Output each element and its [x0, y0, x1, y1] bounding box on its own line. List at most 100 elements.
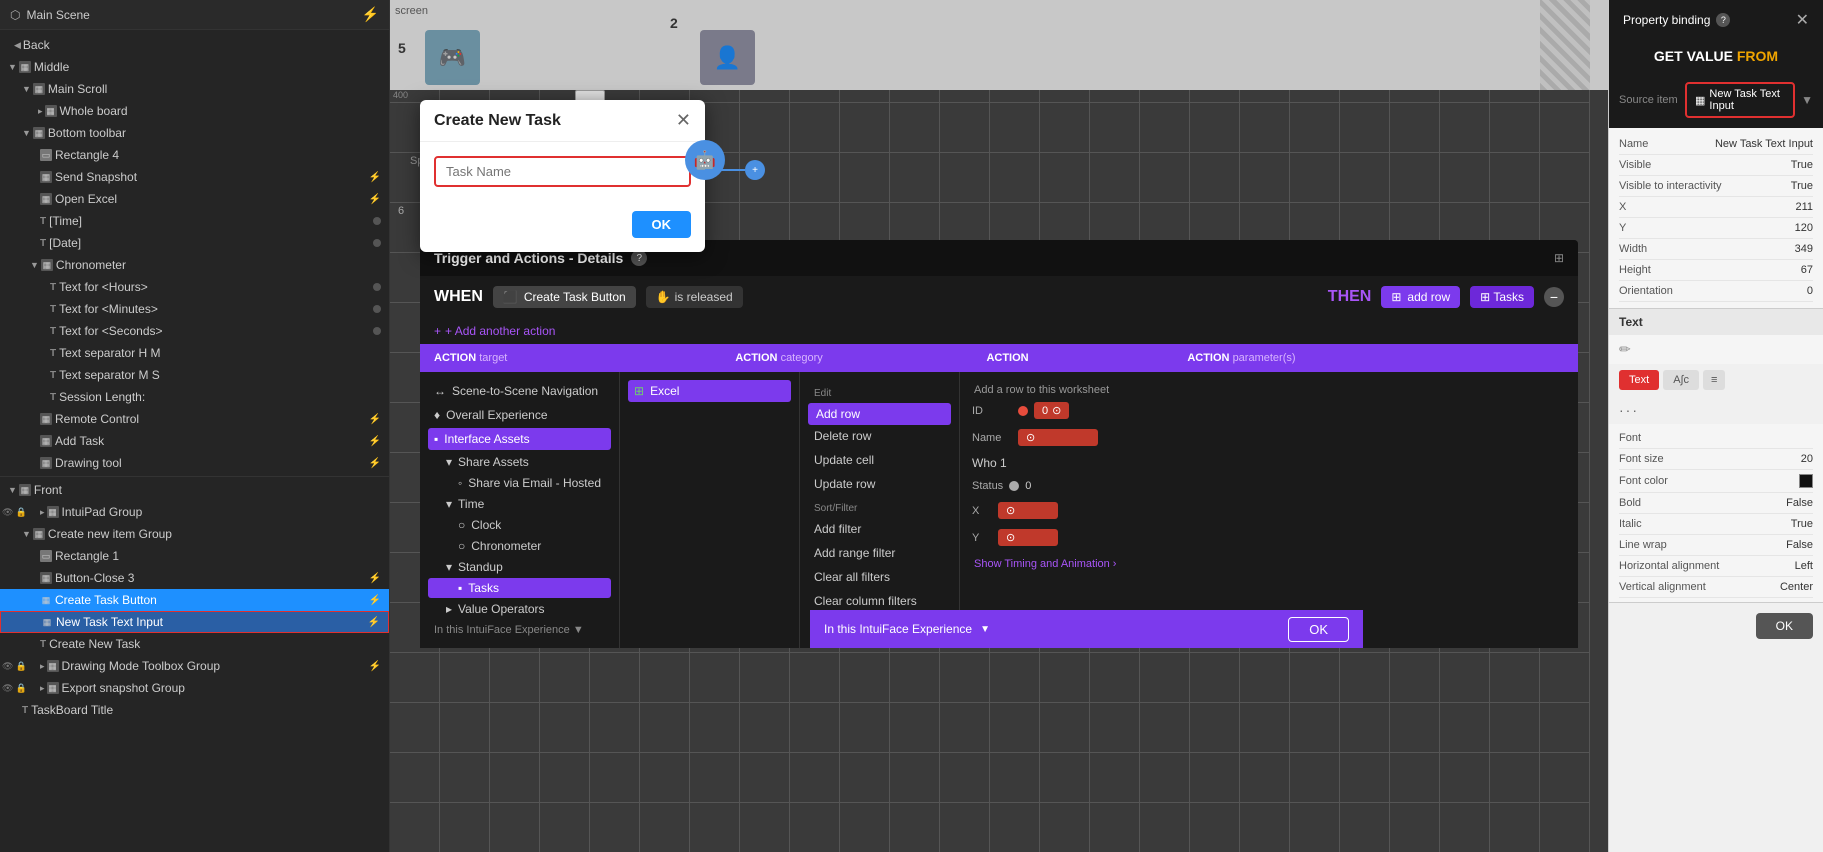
more-icon[interactable]: ··· — [1619, 402, 1639, 418]
tree-item-create-task-button[interactable]: ▦ Create Task Button ⚡ — [0, 589, 389, 611]
tree-item-chronometer[interactable]: ▼ ▦ Chronometer — [0, 254, 389, 276]
add-another-action[interactable]: + + Add another action — [420, 318, 1578, 344]
delete-row-action[interactable]: Delete row — [808, 425, 951, 447]
drawingmode-label: Drawing Mode Toolbox Group — [62, 659, 221, 673]
seconds-toggle[interactable] — [373, 327, 381, 335]
tree-item-middle[interactable]: ▼ ▦ Middle — [0, 56, 389, 78]
add-filter-action[interactable]: Add filter — [808, 518, 951, 540]
update-cell-action[interactable]: Update cell — [808, 449, 951, 471]
action-tasks[interactable]: ▪ Tasks — [428, 578, 611, 598]
task-name-input[interactable] — [446, 164, 679, 179]
date-toggle[interactable] — [373, 239, 381, 247]
text-tab-text[interactable]: Text — [1619, 370, 1659, 390]
action-clock[interactable]: ○ Clock — [428, 515, 611, 535]
addtask-label: Add Task — [55, 434, 104, 448]
action-scene-nav[interactable]: ↔ Scene-to-Scene Navigation — [428, 380, 611, 402]
dialog-close-button[interactable]: ✕ — [676, 110, 691, 131]
minutes-toggle[interactable] — [373, 305, 381, 313]
canvas-card-1: 🎮 — [425, 30, 480, 85]
source-dropdown-icon[interactable]: ▼ — [1801, 93, 1813, 107]
action-chronometer[interactable]: ○ Chronometer — [428, 536, 611, 556]
id-param-value[interactable]: 0 ⊙ — [1034, 402, 1069, 419]
right-help-icon[interactable]: ? — [1716, 13, 1730, 27]
tree-item-main-scroll[interactable]: ▼ ▦ Main Scroll — [0, 78, 389, 100]
source-chip[interactable]: ▦ New Task Text Input — [1685, 82, 1795, 118]
tree-item-new-task-text-input[interactable]: ▦ New Task Text Input ⚡ — [0, 611, 389, 633]
tree-item-rectangle4[interactable]: ▭ Rectangle 4 — [0, 144, 389, 166]
fontcolor-swatch[interactable] — [1799, 474, 1813, 488]
time-toggle[interactable] — [373, 217, 381, 225]
text-tab-abc[interactable]: A∫c — [1663, 370, 1699, 390]
tree-item-back[interactable]: ◀ Back — [0, 34, 389, 56]
action-share-assets[interactable]: ▾ Share Assets — [428, 452, 611, 472]
seconds-t-icon: T — [50, 326, 56, 337]
hours-toggle[interactable] — [373, 283, 381, 291]
sephm-t-icon: T — [50, 348, 56, 359]
right-ok-button[interactable]: OK — [1756, 613, 1813, 639]
text-tab-binding[interactable]: ≡ — [1703, 370, 1725, 390]
action-interface-assets[interactable]: ▪ Interface Assets — [428, 428, 611, 450]
tree-item-bottom-toolbar[interactable]: ▼ ▦ Bottom toolbar — [0, 122, 389, 144]
grid-layout-icon[interactable]: ⊞ — [1554, 251, 1564, 265]
then-action-chip[interactable]: ⊞ add row — [1381, 286, 1460, 308]
tree-item-remote-control[interactable]: ▦ Remote Control ⚡ — [0, 408, 389, 430]
add-action-text: + Add another action — [445, 324, 555, 338]
clear-column-filters-action[interactable]: Clear column filters — [808, 590, 951, 612]
when-chip[interactable]: ⬛ Create Task Button — [493, 286, 636, 308]
trigger-help[interactable]: ? — [631, 250, 647, 266]
category-excel[interactable]: ⊞ Excel — [628, 380, 791, 402]
tree-item-text-hours[interactable]: T Text for <Hours> — [0, 276, 389, 298]
tree-item-create-new-item-group[interactable]: ▼ ▦ Create new item Group — [0, 523, 389, 545]
add-row-action[interactable]: Add row — [808, 403, 951, 425]
tree-item-button-close3[interactable]: ▦ Button-Close 3 ⚡ — [0, 567, 389, 589]
col-action2-label: ACTION — [735, 352, 780, 364]
tree-item-time[interactable]: T [Time] — [0, 210, 389, 232]
clear-all-filters-action[interactable]: Clear all filters — [808, 566, 951, 588]
name-param-value[interactable]: ⊙ — [1018, 429, 1098, 446]
action-share-email[interactable]: ◦ Share via Email - Hosted — [428, 473, 611, 493]
show-timing-button[interactable]: Show Timing and Animation › — [968, 554, 1570, 574]
header-lightning-icon[interactable]: ⚡ — [362, 6, 379, 23]
mainscroll-icon: ▦ — [33, 83, 45, 95]
minus-button[interactable]: − — [1544, 287, 1564, 307]
tree-item-taskboard-title[interactable]: T TaskBoard Title — [0, 699, 389, 721]
value-ops-chevron: ▸ — [446, 602, 452, 616]
tree-item-front[interactable]: ▼ ▦ Front — [0, 479, 389, 501]
createnew-label: Create new item Group — [48, 527, 381, 541]
strip-chevron[interactable]: ▼ — [980, 624, 990, 635]
tree-item-sep-hm[interactable]: T Text separator H M — [0, 342, 389, 364]
action-value-operators[interactable]: ▸ Value Operators — [428, 599, 611, 619]
tree-item-rectangle1[interactable]: ▭ Rectangle 1 — [0, 545, 389, 567]
bottomtoolbar-chevron: ▼ — [22, 128, 31, 138]
tree-item-date[interactable]: T [Date] — [0, 232, 389, 254]
y-param-value[interactable]: ⊙ — [998, 529, 1058, 546]
action-standup[interactable]: ▾ Standup — [428, 557, 611, 577]
tree-item-whole-board[interactable]: ▸ ▦ Whole board — [0, 100, 389, 122]
update-row-action[interactable]: Update row — [808, 473, 951, 495]
strip-ok-button[interactable]: OK — [1288, 617, 1349, 642]
dialog-ok-button[interactable]: OK — [632, 211, 692, 238]
tree-item-session-length[interactable]: T Session Length: — [0, 386, 389, 408]
x-param-value[interactable]: ⊙ — [998, 502, 1058, 519]
tree-item-drawing-tool[interactable]: ▦ Drawing tool ⚡ — [0, 452, 389, 474]
tree-item-drawing-mode-group[interactable]: 👁 🔒 ▸ ▦ Drawing Mode Toolbox Group ⚡ — [0, 655, 389, 677]
tree-item-text-minutes[interactable]: T Text for <Minutes> — [0, 298, 389, 320]
newtasktextinput-lightning: ⚡ — [368, 617, 380, 628]
tree-item-sep-ms[interactable]: T Text separator M S — [0, 364, 389, 386]
action-time[interactable]: ▾ Time — [428, 494, 611, 514]
tree-item-intuipad-group[interactable]: 👁 🔒 ▸ ▦ IntuiPad Group — [0, 501, 389, 523]
right-close-button[interactable]: ✕ — [1796, 10, 1809, 30]
action-overall-exp[interactable]: ♦ Overall Experience — [428, 404, 611, 426]
italic-prop-row: Italic True — [1619, 514, 1813, 535]
tree-item-text-seconds[interactable]: T Text for <Seconds> — [0, 320, 389, 342]
tree-item-add-task[interactable]: ▦ Add Task ⚡ — [0, 430, 389, 452]
tree-item-send-snapshot[interactable]: ▦ Send Snapshot ⚡ — [0, 166, 389, 188]
tree-item-export-snapshot-group[interactable]: 👁 🔒 ▸ ▦ Export snapshot Group — [0, 677, 389, 699]
pencil-icon[interactable]: ✏ — [1619, 341, 1631, 358]
chronometer-chevron: ▼ — [30, 260, 39, 270]
id-param-circle — [1018, 406, 1028, 416]
tree-item-open-excel[interactable]: ▦ Open Excel ⚡ — [0, 188, 389, 210]
tree-item-create-new-task[interactable]: T Create New Task — [0, 633, 389, 655]
then-target-chip[interactable]: ⊞ Tasks — [1470, 286, 1534, 308]
add-range-filter-action[interactable]: Add range filter — [808, 542, 951, 564]
